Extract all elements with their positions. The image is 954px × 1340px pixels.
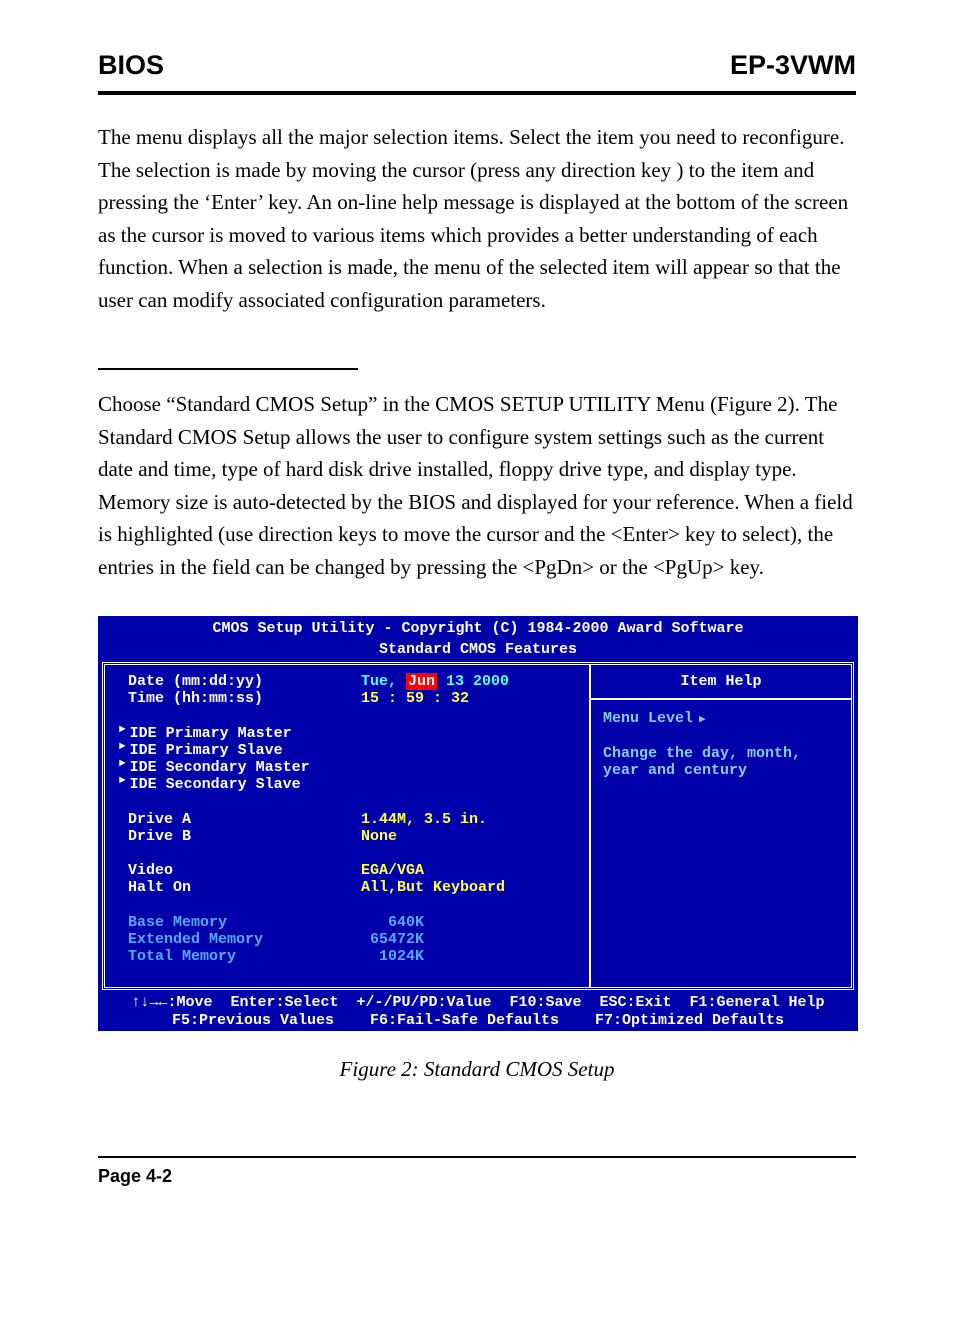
video-label: Video — [128, 862, 173, 879]
drive-a-label: Drive A — [128, 811, 191, 828]
bios-title-line1: CMOS Setup Utility - Copyright (C) 1984-… — [98, 616, 858, 641]
help-text-line2: year and century — [603, 762, 747, 779]
extended-memory-value: 65472K — [361, 931, 424, 948]
figure-caption: Figure 2: Standard CMOS Setup — [98, 1057, 856, 1082]
base-memory-label: Base Memory — [128, 914, 227, 931]
date-suffix: 13 2000 — [437, 673, 509, 690]
ide-primary-slave[interactable]: IDE Primary Slave — [130, 742, 283, 759]
ide-primary-master[interactable]: IDE Primary Master — [130, 725, 292, 742]
intro-paragraph-2: Choose “Standard CMOS Setup” in the CMOS… — [98, 388, 856, 583]
date-highlight[interactable]: Jun — [406, 673, 437, 690]
halt-on-value[interactable]: All,But Keyboard — [361, 879, 505, 896]
drive-b-value[interactable]: None — [361, 828, 397, 845]
time-value[interactable]: 15 : 59 : 32 — [361, 690, 469, 707]
intro-paragraph-1: The menu displays all the major selectio… — [98, 121, 856, 316]
total-memory-label: Total Memory — [128, 948, 236, 965]
bios-title-line2: Standard CMOS Features — [98, 641, 858, 658]
ide-secondary-master[interactable]: IDE Secondary Master — [130, 759, 310, 776]
date-prefix: Tue, — [361, 673, 406, 690]
marker-icon: ► — [119, 758, 126, 775]
halt-on-label: Halt On — [128, 879, 191, 896]
running-head-left: BIOS — [98, 50, 164, 81]
running-head-right: EP-3VWM — [730, 50, 856, 81]
section-divider — [98, 368, 358, 370]
header-rule — [98, 91, 856, 95]
time-label: Time (hh:mm:ss) — [128, 690, 263, 707]
bios-footer-line1: ↑↓→←:Move Enter:Select +/-/PU/PD:Value F… — [131, 994, 824, 1011]
marker-icon: ► — [119, 724, 126, 741]
marker-icon: ► — [119, 741, 126, 758]
bios-screenshot: CMOS Setup Utility - Copyright (C) 1984-… — [98, 616, 858, 1031]
item-help-title: Item Help — [591, 665, 851, 700]
video-value[interactable]: EGA/VGA — [361, 862, 424, 879]
base-memory-value: 640K — [361, 914, 424, 931]
help-text-line1: Change the day, month, — [603, 745, 801, 762]
bios-footer-line2: F5:Previous Values F6:Fail-Safe Defaults… — [172, 1012, 784, 1029]
ide-secondary-slave[interactable]: IDE Secondary Slave — [130, 776, 301, 793]
total-memory-value: 1024K — [361, 948, 424, 965]
page-number: Page 4-2 — [98, 1156, 856, 1187]
menu-level-label: Menu Level — [603, 710, 693, 727]
menu-level-icon — [693, 710, 706, 727]
drive-a-value[interactable]: 1.44M, 3.5 in. — [361, 811, 487, 828]
extended-memory-label: Extended Memory — [128, 931, 263, 948]
marker-icon: ► — [119, 775, 126, 792]
date-label: Date (mm:dd:yy) — [128, 673, 263, 690]
drive-b-label: Drive B — [128, 828, 191, 845]
